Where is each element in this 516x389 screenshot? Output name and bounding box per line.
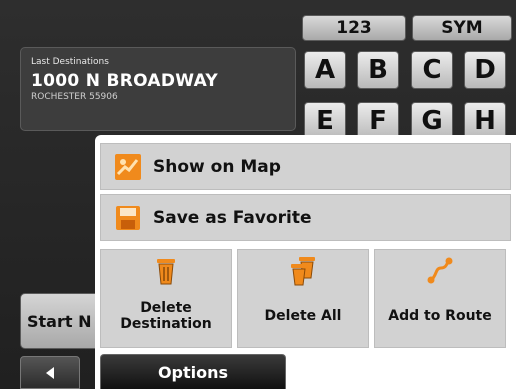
trash-stack-icon (291, 257, 315, 286)
start-navigation-label: Start N (27, 311, 92, 331)
add-to-route-label: Add to Route (388, 308, 492, 324)
key-d[interactable]: D (464, 51, 506, 89)
symbol-mode-key[interactable]: SYM (412, 15, 512, 41)
navigation-screen: 123 SYM Last Destinations 1000 N BROADWA… (0, 0, 516, 389)
back-button[interactable] (20, 356, 80, 389)
trash-icon (157, 259, 175, 285)
left-arrow-icon (46, 366, 54, 379)
add-to-route-button[interactable]: Add to Route (374, 249, 506, 348)
last-destination-address: 1000 N BROADWAY (31, 71, 219, 91)
save-as-favorite-label: Save as Favorite (153, 207, 312, 228)
show-on-map-label: Show on Map (153, 156, 281, 177)
floppy-icon (116, 205, 140, 230)
delete-destination-label: Delete Destination (120, 300, 212, 332)
route-icon (427, 257, 453, 284)
key-a[interactable]: A (304, 51, 346, 89)
options-popup: Show on Map Save as Favorite Delete Dest… (95, 135, 516, 389)
last-destinations-panel[interactable]: Last Destinations 1000 N BROADWAY ROCHES… (20, 47, 296, 131)
options-tab[interactable]: Options (100, 354, 286, 389)
delete-all-label: Delete All (264, 308, 342, 324)
options-tab-label: Options (157, 362, 229, 382)
numeric-mode-key[interactable]: 123 (302, 15, 406, 41)
key-b[interactable]: B (357, 51, 399, 89)
key-c[interactable]: C (411, 51, 453, 89)
save-as-favorite-button[interactable]: Save as Favorite (100, 194, 511, 241)
delete-all-button[interactable]: Delete All (237, 249, 369, 348)
last-destinations-caption: Last Destinations (31, 57, 109, 67)
show-on-map-button[interactable]: Show on Map (100, 143, 511, 190)
delete-destination-button[interactable]: Delete Destination (100, 249, 232, 348)
map-icon (115, 153, 141, 180)
last-destination-city: ROCHESTER 55906 (31, 92, 118, 102)
